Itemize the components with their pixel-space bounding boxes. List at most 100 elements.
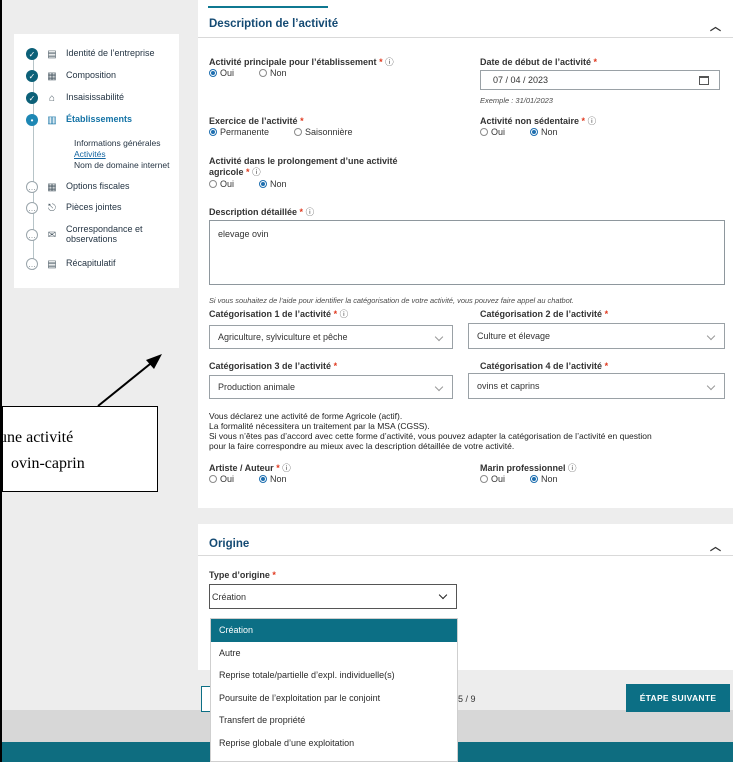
info-icon: ⓘ <box>339 309 349 319</box>
radio-saisonniere[interactable]: Saisonnière <box>294 127 353 137</box>
step-pending-icon: … <box>26 229 38 241</box>
correspondence-icon: ✉ <box>47 229 57 241</box>
dropdown-option[interactable]: Transfert de propriété <box>211 709 457 732</box>
info-icon: ⓘ <box>305 207 315 217</box>
section-title: Description de l’activité <box>209 18 339 30</box>
sidebar-item-label: Établissements <box>66 114 133 125</box>
cat2-select[interactable]: Culture et élevage <box>468 323 725 349</box>
chatbot-hint: Si vous souhaitez de l’aide pour identif… <box>209 296 574 305</box>
radio-non[interactable]: Non <box>259 474 287 484</box>
cat1-select[interactable]: Agriculture, sylviculture et pêche <box>209 325 453 349</box>
radio-permanente[interactable]: Permanente <box>209 127 269 137</box>
cat3-label: Catégorisation 3 de l’activité * <box>209 361 338 371</box>
home-icon: ⌂ <box>48 92 56 104</box>
dropdown-option[interactable]: Reprise globale d’une exploitation <box>211 732 457 755</box>
current-step-icon: • <box>26 114 38 126</box>
step-pending-icon: … <box>26 258 38 270</box>
cat2-label: Catégorisation 2 de l’activité * <box>480 309 609 319</box>
radio-non[interactable]: Non <box>259 68 287 78</box>
chevron-down-icon <box>438 590 448 600</box>
sidebar-subitems: Informations générales Activités Nom de … <box>74 138 169 171</box>
type-origine-label: Type d’origine * <box>209 570 276 580</box>
steps-sidebar: ✓ ▤ Identité de l’entreprise ✓ ▦ Composi… <box>14 34 179 288</box>
sidebar-item-identite[interactable]: ✓ ▤ Identité de l’entreprise <box>26 46 155 62</box>
check-icon: ✓ <box>26 92 38 104</box>
dropdown-option[interactable]: Autre <box>211 642 457 665</box>
chevron-down-icon <box>706 331 716 341</box>
radio-non[interactable]: Non <box>530 127 558 137</box>
date-debut-input[interactable]: 07 / 04 / 2023 <box>480 70 720 90</box>
sidebar-item-insaisissabilite[interactable]: ✓ ⌂ Insaisissabilité <box>26 90 124 106</box>
chevron-down-icon <box>706 381 716 391</box>
subitem-activites[interactable]: Activités <box>74 149 169 160</box>
exercice-label: Exercice de l’activité * <box>209 116 304 126</box>
dropdown-option[interactable]: Poursuite de l’exploitation par le conjo… <box>211 687 457 710</box>
cat3-select[interactable]: Production animale <box>209 375 453 399</box>
sidebar-item-label: Correspondance et observations <box>66 224 143 244</box>
artiste-radios: Oui Non <box>209 474 312 484</box>
info-icon: ⓘ <box>568 463 577 473</box>
dropdown-option[interactable]: Création <box>211 619 457 642</box>
check-icon: ✓ <box>26 48 38 60</box>
type-origine-select[interactable]: Création <box>209 584 457 609</box>
info-icon: ⓘ <box>385 57 394 67</box>
sidebar-item-label: Identité de l’entreprise <box>66 48 155 59</box>
chevron-up-icon[interactable]: ︿ <box>710 18 721 34</box>
paperclip-icon: ⎋ <box>48 202 56 214</box>
prolongement-label: Activité dans le prolongement d’une acti… <box>209 156 398 177</box>
radio-oui[interactable]: Oui <box>480 127 505 137</box>
annotation-line-2: ovin-caprin <box>11 455 85 472</box>
radio-oui[interactable]: Oui <box>480 474 505 484</box>
activite-principale-label: Activité principale pour l’établissement… <box>209 57 394 67</box>
annotation-callout: une activité ovin-caprin <box>0 406 158 492</box>
info-icon: ⓘ <box>282 463 291 473</box>
artiste-label: Artiste / Auteur * ⓘ <box>209 463 291 473</box>
type-origine-dropdown: Création Autre Reprise totale/partielle … <box>210 618 458 762</box>
description-detaillee-label: Description détaillée * ⓘ <box>209 207 315 217</box>
radio-non[interactable]: Non <box>530 474 558 484</box>
prolongement-radios: Oui Non <box>209 179 312 189</box>
info-icon: ⓘ <box>587 116 597 126</box>
description-activite-card: Description de l’activité ︿ Activité pri… <box>198 0 733 508</box>
sidebar-item-recapitulatif[interactable]: … ▤ Récapitulatif <box>26 256 116 272</box>
summary-icon: ▤ <box>47 258 57 270</box>
divider <box>198 555 733 556</box>
sidebar-item-etablissements[interactable]: • ▥ Établissements <box>26 112 132 128</box>
list-icon: ▦ <box>47 70 57 82</box>
step-pending-icon: … <box>26 181 38 193</box>
description-detaillee-textarea[interactable]: elevage ovin <box>209 220 725 285</box>
non-sedentaire-label: Activité non sédentaire * ⓘ <box>480 116 597 126</box>
chevron-down-icon <box>434 332 444 342</box>
date-debut-label: Date de début de l’activité * <box>480 57 598 67</box>
subitem-informations-generales[interactable]: Informations générales <box>74 138 169 149</box>
marin-radios: Oui Non <box>480 474 583 484</box>
section-title: Origine <box>209 538 250 550</box>
id-card-icon: ▤ <box>47 48 57 60</box>
info-icon: ⓘ <box>252 167 261 177</box>
card-accent-line <box>208 6 328 8</box>
radio-oui[interactable]: Oui <box>209 179 234 189</box>
frame-border <box>0 0 2 762</box>
date-hint: Exemple : 31/01/2023 <box>480 96 553 105</box>
chevron-up-icon[interactable]: ︿ <box>710 538 721 554</box>
sidebar-item-label: Récapitulatif <box>66 258 116 269</box>
step-pending-icon: … <box>26 202 38 214</box>
sidebar-item-label: Insaisissabilité <box>66 92 125 103</box>
marin-label: Marin professionnel ⓘ <box>480 463 577 473</box>
radio-oui[interactable]: Oui <box>209 474 234 484</box>
activite-principale-radios: Oui Non <box>209 68 312 78</box>
sidebar-item-composition[interactable]: ✓ ▦ Composition <box>26 68 116 84</box>
exercice-radios: Permanente Saisonnière <box>209 127 378 137</box>
sidebar-item-pieces-jointes[interactable]: … ⎋ Pièces jointes <box>26 200 122 216</box>
annotation-line-1: une activité <box>0 429 74 446</box>
sidebar-item-options-fiscales[interactable]: … ▦ Options fiscales <box>26 179 130 195</box>
subitem-nom-domaine[interactable]: Nom de domaine internet <box>74 160 169 171</box>
page-indicator: 5 / 9 <box>458 694 476 704</box>
next-step-button[interactable]: ÉTAPE SUIVANTE <box>626 684 730 712</box>
sidebar-item-correspondance[interactable]: … ✉ Correspondance et observations <box>26 224 156 244</box>
dropdown-option[interactable]: Reprise totale/partielle d’expl. individ… <box>211 664 457 687</box>
calendar-icon[interactable] <box>699 76 709 85</box>
cat4-select[interactable]: ovins et caprins <box>468 373 725 399</box>
radio-non[interactable]: Non <box>259 179 287 189</box>
radio-oui[interactable]: Oui <box>209 68 234 78</box>
